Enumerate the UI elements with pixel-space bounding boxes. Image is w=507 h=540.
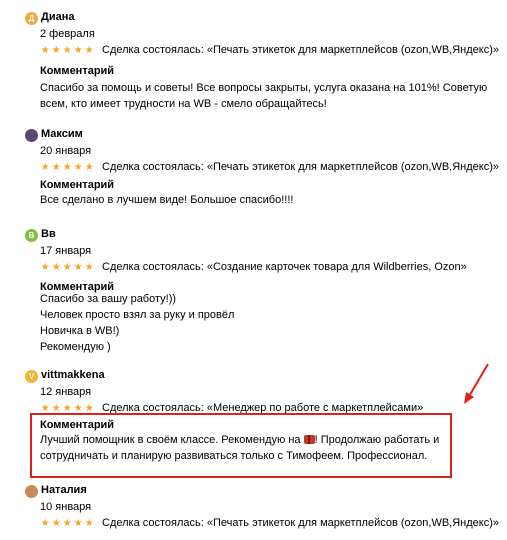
comment-line: Спасибо за вашу работу!)) — [40, 293, 177, 305]
deal-info: Сделка состоялась: «Печать этикеток для … — [102, 161, 499, 173]
star-icon: ★ — [40, 161, 51, 173]
comment-heading: Комментарий — [40, 179, 115, 191]
comment-text: Все сделано в лучшем виде! Большое спаси… — [40, 192, 480, 208]
review-date: 2 февраля — [40, 28, 95, 40]
star-icon: ★ — [40, 517, 51, 529]
star-rating: ★ ★ ★ ★ ★ — [40, 45, 95, 56]
star-icon: ★ — [73, 44, 84, 56]
star-rating: ★ ★ ★ ★ ★ — [40, 403, 95, 414]
deal-info: Сделка состоялась: «Печать этикеток для … — [102, 44, 499, 56]
star-icon: ★ — [62, 402, 73, 414]
reviewer-name[interactable]: Вв — [41, 228, 56, 240]
avatar[interactable] — [25, 129, 38, 142]
star-icon: ★ — [62, 261, 73, 273]
avatar[interactable] — [25, 485, 38, 498]
star-rating: ★ ★ ★ ★ ★ — [40, 262, 95, 273]
star-icon: ★ — [40, 402, 51, 414]
review-date: 10 января — [40, 501, 92, 513]
star-icon: ★ — [73, 261, 84, 273]
star-icon: ★ — [40, 44, 51, 56]
reviewer-name[interactable]: Диана — [41, 11, 74, 23]
comment-line: Спасибо за помощь и советы! Все вопросы … — [40, 82, 488, 94]
review-date: 17 января — [40, 245, 92, 257]
reviewer-name[interactable]: vittmakkena — [41, 369, 105, 381]
rating-row: ★ ★ ★ ★ ★ Сделка состоялась: «Печать эти… — [40, 516, 499, 530]
star-icon: ★ — [62, 44, 73, 56]
star-icon: ★ — [84, 261, 95, 273]
comment-line: Рекомендую ) — [40, 341, 111, 353]
rating-row: ★ ★ ★ ★ ★ Сделка состоялась: «Создание к… — [40, 260, 467, 274]
star-icon: ★ — [51, 517, 62, 529]
star-icon: ★ — [73, 402, 84, 414]
reviewer-name[interactable]: Наталия — [41, 484, 87, 496]
star-icon: ★ — [73, 517, 84, 529]
comment-line: всем, кто имеет трудности на WB - смело … — [40, 98, 327, 110]
star-icon: ★ — [40, 261, 51, 273]
reviewer-name[interactable]: Максим — [41, 128, 83, 140]
star-icon: ★ — [84, 517, 95, 529]
deal-info: Сделка состоялась: «Создание карточек то… — [102, 261, 467, 273]
star-icon: ★ — [51, 402, 62, 414]
red-arrow-icon — [464, 363, 489, 404]
highlight-frame — [30, 413, 452, 478]
comment-text: Спасибо за помощь и советы! Все вопросы … — [40, 80, 488, 112]
star-rating: ★ ★ ★ ★ ★ — [40, 518, 95, 529]
review-date: 20 января — [40, 145, 92, 157]
star-icon: ★ — [62, 517, 73, 529]
rating-row: ★ ★ ★ ★ ★ Сделка состоялась: «Печать эти… — [40, 43, 499, 57]
star-icon: ★ — [51, 161, 62, 173]
star-icon: ★ — [62, 161, 73, 173]
deal-info: Сделка состоялась: «Печать этикеток для … — [102, 517, 499, 529]
star-icon: ★ — [51, 261, 62, 273]
review-date: 12 января — [40, 386, 92, 398]
comment-line: Человек просто взял за руку и провёл — [40, 309, 235, 321]
star-rating: ★ ★ ★ ★ ★ — [40, 162, 95, 173]
comment-line: Новичка в WB!) — [40, 325, 120, 337]
avatar[interactable]: V — [25, 370, 38, 383]
avatar[interactable]: Д — [25, 12, 38, 25]
star-icon: ★ — [84, 44, 95, 56]
comment-heading: Комментарий — [40, 65, 115, 77]
rating-row: ★ ★ ★ ★ ★ Сделка состоялась: «Печать эти… — [40, 160, 499, 174]
avatar[interactable]: В — [25, 229, 38, 242]
comment-text: Спасибо за вашу работу!)) Человек просто… — [40, 291, 480, 355]
star-icon: ★ — [51, 44, 62, 56]
star-icon: ★ — [84, 402, 95, 414]
star-icon: ★ — [84, 161, 95, 173]
comment-line: Все сделано в лучшем виде! Большое спаси… — [40, 194, 294, 206]
star-icon: ★ — [73, 161, 84, 173]
